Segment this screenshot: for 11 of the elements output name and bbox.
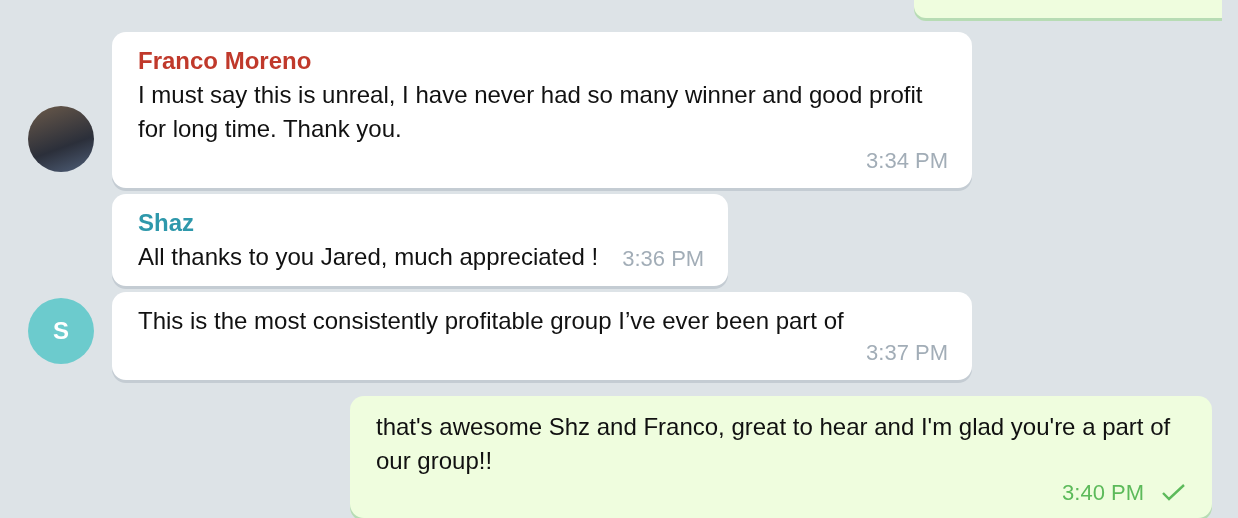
sender-name[interactable]: Shaz xyxy=(138,209,194,236)
message-text: I must say this is unreal, I have never had so many winner and good profit for long time. Thank you. xyxy=(138,80,924,144)
message-text: All thanks to you Jared, much appreciated ! xyxy=(138,242,599,272)
message-text: that's awesome Shz and Franco, great to hear and I'm glad you're a part of our group!! xyxy=(376,412,1172,476)
message-time: 3:37 PM xyxy=(866,339,948,367)
message-text: This is the most consistently profitable group I’ve ever been part of xyxy=(138,306,844,336)
message-time: 3:34 PM xyxy=(866,147,948,175)
avatar[interactable]: S xyxy=(28,298,94,364)
sender-name[interactable]: Franco Moreno xyxy=(138,47,312,74)
message-time: 3:36 PM xyxy=(622,245,705,273)
message-time: 3:40 PM xyxy=(1062,479,1144,507)
